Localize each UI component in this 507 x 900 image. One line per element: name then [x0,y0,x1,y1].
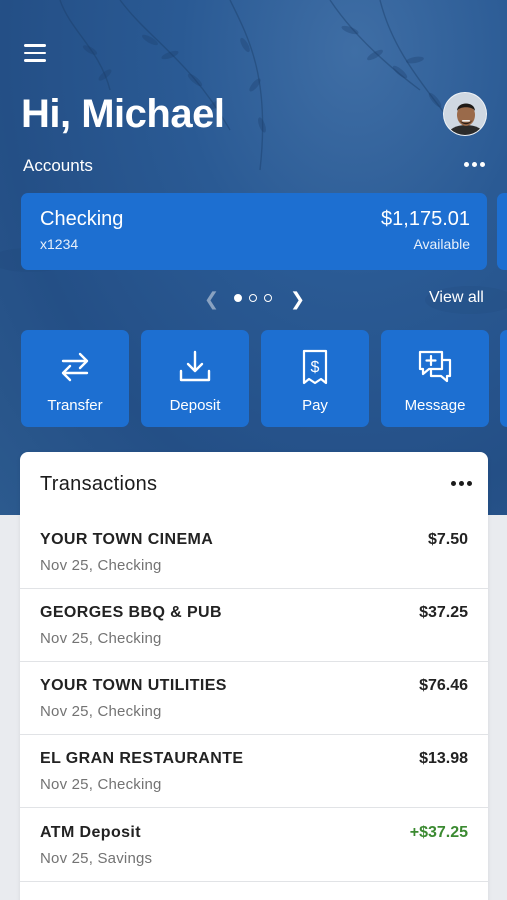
balance-label: Available [413,236,470,252]
transaction-merchant: YOUR TOWN UTILITIES [40,677,227,694]
greeting-title: Hi, Michael [21,92,225,136]
page-dot[interactable] [264,294,272,302]
transaction-row[interactable]: ATM Deposit Nov 25, Savings +$37.25 [20,809,488,882]
account-card-checking[interactable]: Checking x1234 $1,175.01 Available [21,193,487,270]
transfer-icon [61,352,89,382]
accounts-label: Accounts [23,156,93,175]
transactions-more-icon[interactable] [451,481,472,486]
transaction-row[interactable]: EL GRAN RESTAURANTE Nov 25, Checking $13… [20,735,488,808]
user-photo-icon [444,93,486,135]
transaction-amount: +$37.25 [409,824,468,841]
transaction-meta: Nov 25, Checking [40,630,162,647]
transaction-amount: $76.46 [419,677,468,694]
accounts-more-icon[interactable] [464,162,485,167]
account-number: x1234 [40,236,79,252]
transaction-amount: $7.50 [427,531,468,548]
next-account-card[interactable] [497,193,507,270]
action-label: Message [404,397,466,414]
transaction-amount: $37.25 [419,604,468,621]
deposit-button[interactable]: Deposit [141,330,249,427]
transaction-meta: Nov 25, Checking [40,557,162,574]
transactions-title: Transactions [40,473,158,495]
page-dot-active[interactable] [234,294,242,302]
chevron-left-icon[interactable]: ❮ [204,289,219,310]
page-dot[interactable] [249,294,257,302]
view-all-link[interactable]: View all [429,289,484,307]
transactions-card: Transactions YOUR TOWN CINEMA Nov 25, Ch… [20,452,488,900]
more-actions-peek[interactable] [500,330,507,427]
transaction-merchant: YOUR TOWN CINEMA [40,531,214,548]
transaction-row[interactable]: GEORGES BBQ & PUB Nov 25, Checking $37.2… [20,589,488,662]
action-label: Pay [302,397,328,414]
quick-actions: Transfer Deposit $ Pay Message [21,330,507,427]
transaction-meta: Nov 25, Savings [40,850,153,867]
transaction-row[interactable]: YOUR TOWN CINEMA Nov 25, Checking $7.50 [20,516,488,589]
transaction-merchant: ATM Deposit [40,824,141,841]
transaction-amount: $13.98 [419,750,468,767]
menu-icon[interactable] [24,44,46,62]
svg-text:$: $ [311,359,320,376]
account-balance: $1,175.01 [381,208,470,230]
transaction-merchant: EL GRAN RESTAURANTE [40,750,244,767]
message-button[interactable]: Message [381,330,489,427]
deposit-icon [179,350,211,382]
pay-button[interactable]: $ Pay [261,330,369,427]
account-pager: ❮ ❯ [202,287,306,309]
transaction-merchant: GEORGES BBQ & PUB [40,604,222,621]
pay-icon: $ [302,349,328,385]
message-icon [418,350,452,383]
account-name: Checking [40,208,124,230]
action-label: Deposit [169,397,221,414]
transfer-button[interactable]: Transfer [21,330,129,427]
action-label: Transfer [47,397,103,414]
transaction-meta: Nov 25, Checking [40,703,162,720]
avatar[interactable] [443,92,487,136]
transaction-row[interactable]: YOUR TOWN UTILITIES Nov 25, Checking $76… [20,662,488,735]
chevron-right-icon[interactable]: ❯ [290,289,305,310]
transaction-meta: Nov 25, Checking [40,776,162,793]
